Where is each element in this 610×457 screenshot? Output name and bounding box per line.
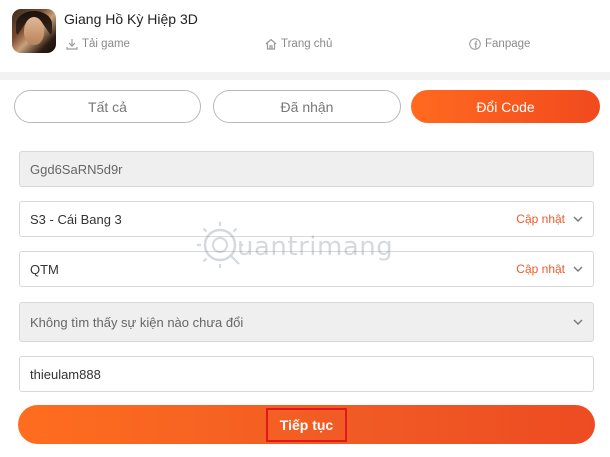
fanpage-link[interactable]: Fanpage	[469, 38, 530, 50]
character-value: QTM	[30, 261, 59, 277]
header-divider	[0, 72, 610, 80]
app-header: Giang Hồ Kỳ Hiệp 3D Tải game Trang chủ F…	[0, 0, 610, 72]
facebook-icon	[469, 38, 481, 50]
character-select[interactable]: QTM Cập nhật	[19, 251, 594, 287]
continue-button-label: Tiếp tục	[265, 407, 348, 442]
tab-redeem-code[interactable]: Đổi Code	[411, 90, 600, 123]
game-logo-icon	[12, 9, 56, 53]
chevron-down-icon	[573, 319, 583, 325]
tab-all[interactable]: Tất cả	[14, 90, 201, 123]
continue-button[interactable]: Tiếp tục	[18, 405, 595, 444]
event-value: Không tìm thấy sự kiện nào chưa đổi	[30, 314, 244, 330]
code-field[interactable]: Ggd6SaRN5d9r	[19, 151, 594, 187]
app-title: Giang Hồ Kỳ Hiệp 3D	[64, 11, 198, 27]
fanpage-label: Fanpage	[485, 38, 531, 50]
server-value: S3 - Cái Bang 3	[30, 211, 122, 227]
account-value: thieulam888	[30, 366, 101, 382]
download-game-link[interactable]: Tải game	[66, 38, 130, 50]
event-select[interactable]: Không tìm thấy sự kiện nào chưa đổi	[19, 302, 594, 342]
chevron-down-icon	[573, 216, 583, 222]
character-update-link[interactable]: Cập nhật	[516, 262, 565, 276]
server-update-link[interactable]: Cập nhật	[516, 212, 565, 226]
home-icon	[265, 38, 277, 50]
code-value: Ggd6SaRN5d9r	[30, 161, 123, 177]
home-link[interactable]: Trang chủ	[265, 38, 332, 50]
home-label: Trang chủ	[281, 38, 333, 50]
server-select[interactable]: S3 - Cái Bang 3 Cập nhật	[19, 201, 594, 237]
chevron-down-icon	[573, 266, 583, 272]
account-input[interactable]: thieulam888	[19, 356, 594, 392]
download-game-label: Tải game	[82, 38, 130, 50]
download-icon	[66, 39, 78, 50]
tab-received[interactable]: Đã nhận	[213, 90, 401, 123]
